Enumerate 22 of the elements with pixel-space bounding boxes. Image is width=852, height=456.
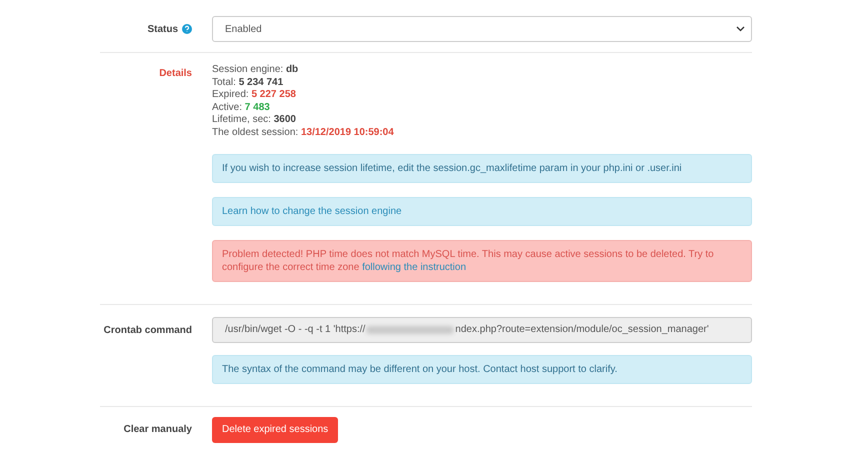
command-field[interactable]: /usr/bin/wget -O - -q -t 1 'https:// ndex.php?route=extension/module/oc_session_manager' xyxy=(212,316,752,343)
help-icon[interactable] xyxy=(182,24,192,34)
detail-line: Total: 5 234 741 xyxy=(212,76,284,90)
field-label: Clear manualy xyxy=(124,424,192,436)
detail-line: The oldest session: 13/12/2019 10:59:04 xyxy=(212,126,395,140)
status-select[interactable]: Enabled xyxy=(212,16,752,42)
detail-line: Lifetime, sec: 3600 xyxy=(212,114,297,127)
help-link[interactable]: Learn how to change the session engine xyxy=(222,206,402,217)
alert-text: If you wish to increase session lifetime, edit the session.gc_maxlifetime param in your php.ini or .user.ini xyxy=(222,162,682,174)
delete-button[interactable]: Delete expired sessions xyxy=(212,416,338,443)
alert-text: Problem detected! PHP time does not match MySQL time. This may cause active sessions to be deleted. Try to configure the correct time zone following the instruction xyxy=(222,248,714,273)
detail-line: Active: 7 483 xyxy=(212,102,271,114)
field-label: Crontab command xyxy=(104,324,192,336)
detail-line: Session engine: db xyxy=(212,64,300,77)
field-label: Status xyxy=(147,24,178,34)
alert-text: The syntax of the command may be different on your host. Contact host support to clarify. xyxy=(222,364,618,375)
chevron-down-icon xyxy=(736,26,745,32)
command-text: ndex.php?route=extension/module/oc_session_manager' xyxy=(455,324,709,336)
instruction-link[interactable]: following the instruction xyxy=(362,262,466,273)
detail-line: Expired: 5 227 258 xyxy=(212,89,297,102)
command-text: /usr/bin/wget -O - -q -t 1 'https:// xyxy=(225,324,366,336)
field-label: Details xyxy=(159,68,192,79)
